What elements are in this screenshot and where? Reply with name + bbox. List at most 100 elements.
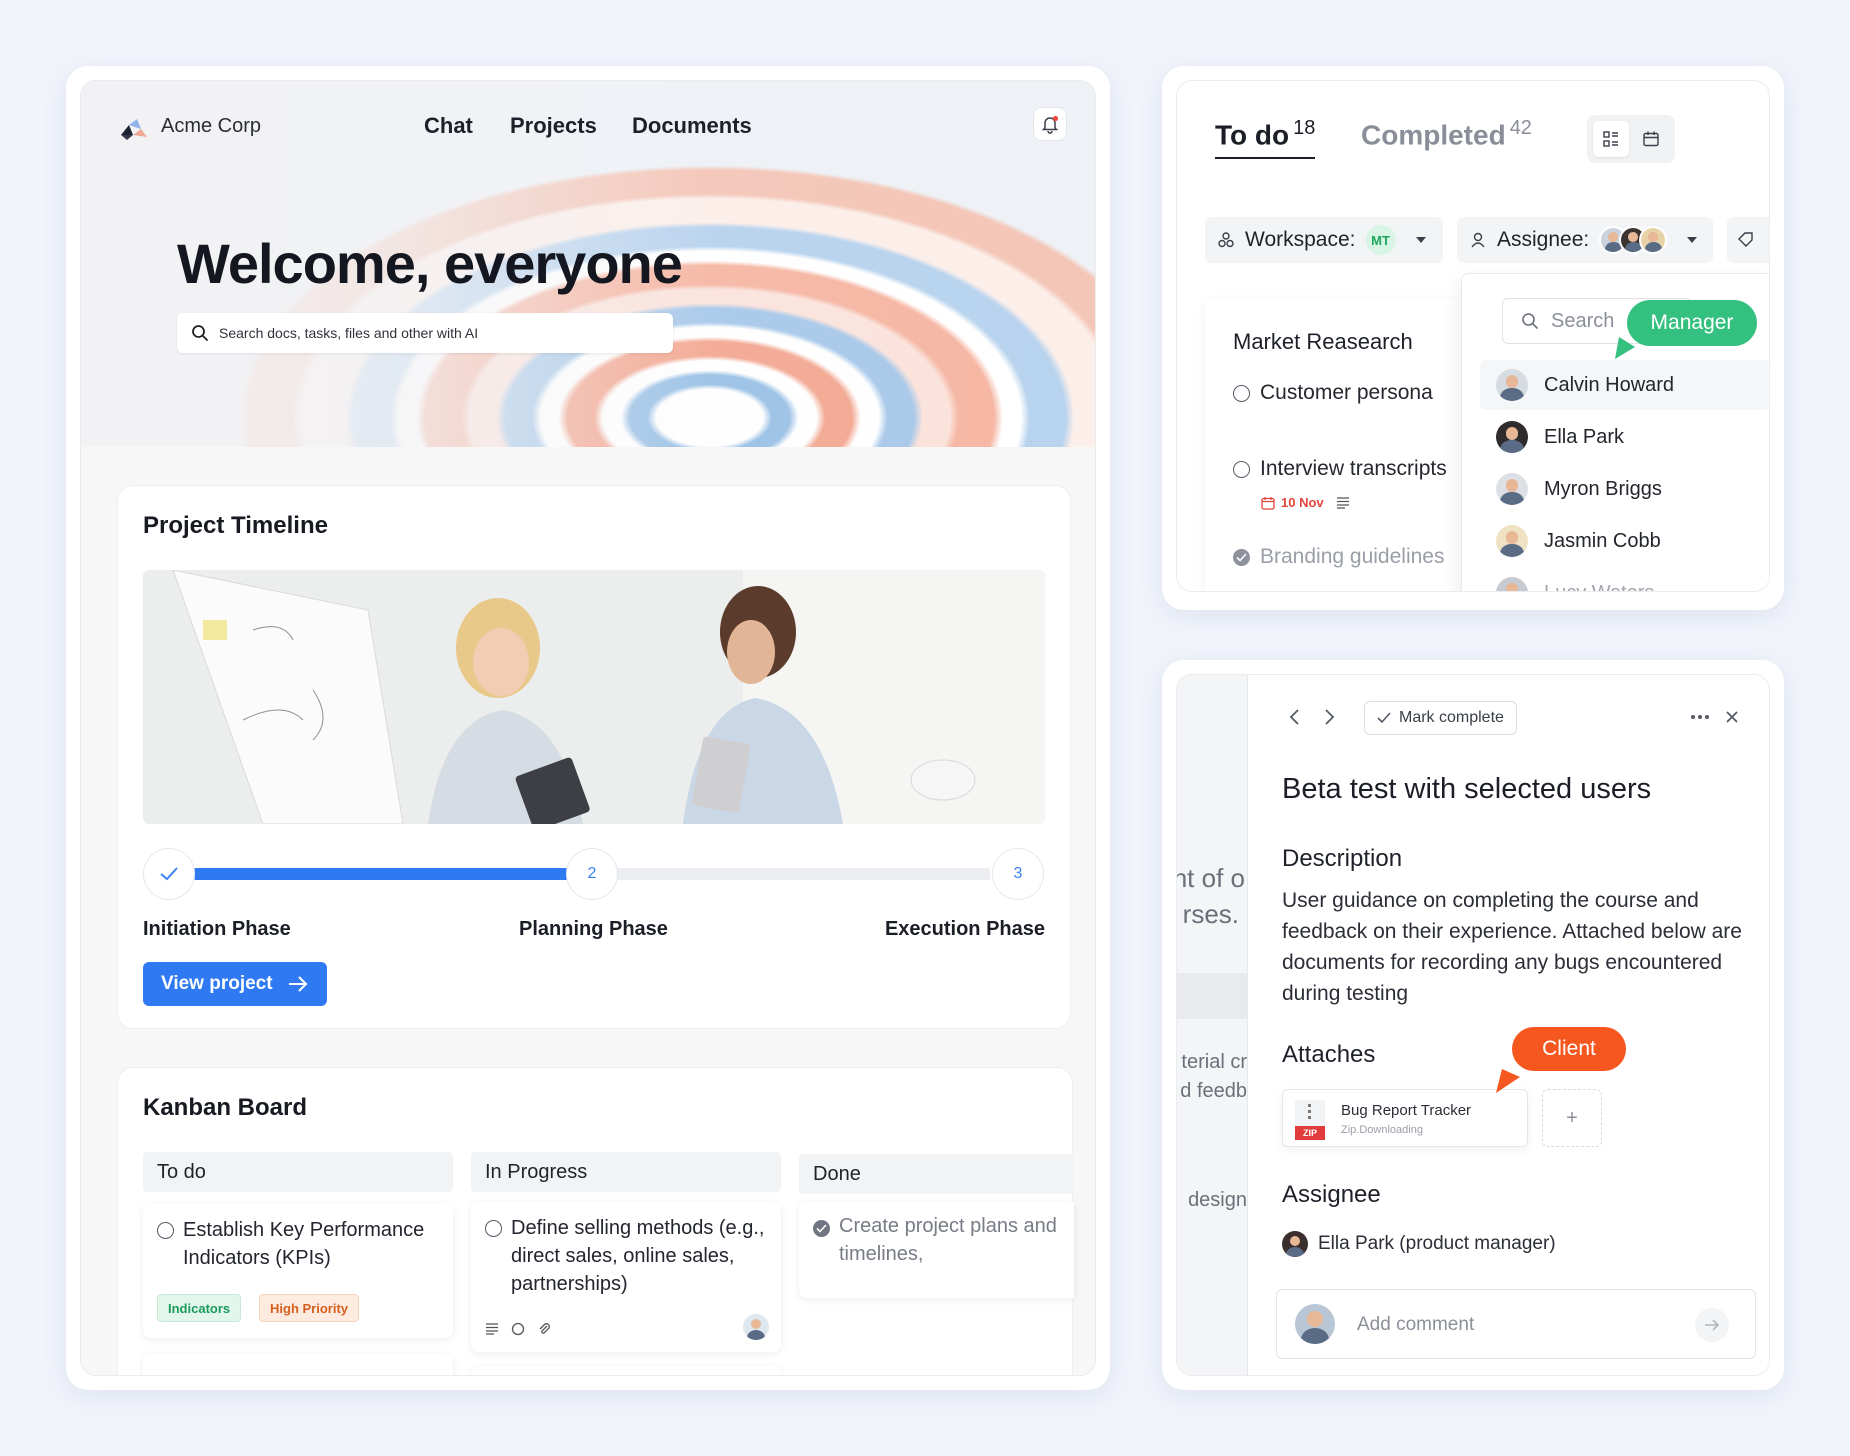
comment-input[interactable]: Add comment <box>1357 1314 1474 1336</box>
calendar-view-button[interactable] <box>1633 121 1669 157</box>
search-icon <box>1522 313 1538 329</box>
kanban-title: Kanban Board <box>143 1094 308 1121</box>
task-item[interactable]: Interview transcripts <box>1233 457 1447 481</box>
brand-name: Acme Corp <box>161 115 262 137</box>
assignee-filter-label: Assignee: <box>1497 228 1590 251</box>
dropdown-option[interactable]: Lucy Waters <box>1480 568 1769 591</box>
workspace-badge: MT <box>1365 225 1396 255</box>
step-execution-label: Execution Phase <box>884 918 1045 940</box>
task-detail-frame: nt of o rses. terial cr d feedb design M… <box>1176 674 1770 1376</box>
tag-high-priority: High Priority <box>259 1294 360 1322</box>
step-initiation-marker <box>143 848 195 900</box>
acme-logo-icon <box>121 119 147 140</box>
notifications-button[interactable] <box>1033 107 1067 141</box>
list-view-button[interactable] <box>1593 121 1629 157</box>
kanban-col-inprogress: In Progress <box>471 1152 781 1192</box>
view-project-button[interactable]: View project <box>143 962 327 1006</box>
nav-documents[interactable]: Documents <box>632 113 752 139</box>
tab-completed[interactable]: Completed 42 <box>1361 117 1532 151</box>
person-name: Ella Park <box>1544 425 1625 448</box>
dropdown-option[interactable]: Calvin Howard <box>1480 360 1769 410</box>
task-checkbox[interactable] <box>1233 460 1250 478</box>
send-comment-button[interactable] <box>1695 1308 1729 1342</box>
assignee-name: Ella Park (product manager) <box>1318 1233 1556 1254</box>
done-check-icon <box>1233 548 1250 566</box>
previous-button[interactable] <box>1282 705 1306 729</box>
task-detail-card: nt of o rses. terial cr d feedb design M… <box>1162 660 1784 1390</box>
assignee-avatars <box>1599 226 1668 254</box>
mark-complete-button[interactable]: Mark complete <box>1364 701 1517 735</box>
tag-indicators: Indicators <box>157 1294 242 1322</box>
kanban-card-text: Create project plans and timelines, <box>839 1215 1057 1265</box>
arrow-right-icon <box>288 976 308 992</box>
tab-todo-count: 18 <box>1293 117 1316 139</box>
view-project-label: View project <box>161 973 273 994</box>
person-name: Jasmin Cobb <box>1544 529 1661 552</box>
tag-filter[interactable] <box>1727 217 1769 263</box>
client-cursor-label: Client <box>1512 1027 1626 1071</box>
more-horizontal-icon <box>1691 715 1709 719</box>
avatar <box>1496 525 1528 557</box>
attaches-heading: Attaches <box>1282 1041 1376 1068</box>
task-item[interactable]: Customer persona <box>1233 381 1433 405</box>
bg-divider <box>1177 973 1247 1019</box>
avatar <box>1496 473 1528 505</box>
hero-banner: Acme Corp Chat Projects Documents Welcom… <box>81 81 1095 447</box>
mark-complete-label: Mark complete <box>1399 709 1504 726</box>
kanban-card[interactable]: Define selling methods (e.g., direct sal… <box>471 1202 781 1352</box>
task-checkbox[interactable] <box>485 1220 502 1237</box>
task-checkbox[interactable] <box>157 1222 174 1239</box>
kanban-card[interactable]: Create project plans and timelines, <box>799 1202 1074 1298</box>
next-button[interactable] <box>1318 705 1342 729</box>
comment-box: Add comment <box>1276 1289 1756 1359</box>
tasks-frame: To do 18 Completed 42 Workspace: MT Assign… <box>1176 80 1770 592</box>
user-icon <box>1471 232 1485 248</box>
workspace-filter-label: Workspace: <box>1245 228 1356 251</box>
task-item[interactable]: Branding guidelines <box>1233 545 1444 569</box>
dropdown-option[interactable]: Jasmin Cobb <box>1480 516 1769 566</box>
bell-icon <box>1041 115 1059 134</box>
nav-projects[interactable]: Projects <box>510 113 597 139</box>
arrow-right-icon <box>1705 1319 1720 1331</box>
kanban-col-todo: To do <box>143 1152 453 1192</box>
check-icon <box>160 867 178 881</box>
assignee-filter[interactable]: Assignee: <box>1457 217 1713 263</box>
dropdown-option[interactable]: Myron Briggs <box>1480 464 1769 514</box>
task-title: Beta test with selected users <box>1282 773 1652 805</box>
step-initiation-label: Initiation Phase <box>143 918 291 940</box>
dashboard-card: Acme Corp Chat Projects Documents Welcom… <box>66 66 1110 1390</box>
search-icon <box>192 325 208 341</box>
assignee-row: Ella Park (product manager) <box>1282 1231 1556 1257</box>
timeline-title: Project Timeline <box>143 512 328 539</box>
close-button[interactable] <box>1720 705 1744 729</box>
attachment-card[interactable]: ZIP Bug Report Tracker Zip.Downloading <box>1282 1089 1528 1147</box>
zip-file-icon: ZIP <box>1295 1100 1325 1140</box>
kanban-panel: Kanban Board To do In Progress Done Esta… <box>117 1067 1074 1375</box>
task-detail-panel: Mark complete Beta test with selected us… <box>1247 675 1769 1375</box>
description-text: User guidance on completing the course a… <box>1282 889 1742 1005</box>
dropdown-option[interactable]: Ella Park <box>1480 412 1769 462</box>
avatar <box>1295 1304 1335 1344</box>
card-meta-icons <box>485 1322 551 1336</box>
page-title: Welcome, everyone <box>177 232 683 295</box>
add-attachment-button[interactable]: + <box>1542 1089 1602 1147</box>
kanban-card[interactable] <box>471 1366 781 1375</box>
tab-todo[interactable]: To do 18 <box>1215 117 1316 160</box>
team-photo <box>143 570 1045 824</box>
ai-search-input[interactable]: Search docs, tasks, files and other with… <box>177 313 673 353</box>
task-item-label: Customer persona <box>1260 381 1433 404</box>
chevron-down-icon <box>1415 237 1426 243</box>
nav-chat[interactable]: Chat <box>424 113 473 139</box>
kanban-card[interactable]: Establish Key Performance Indicators (KP… <box>143 1204 453 1338</box>
task-item-label: Interview transcripts <box>1260 457 1447 480</box>
tab-completed-count: 42 <box>1509 117 1532 139</box>
avatar <box>1496 577 1528 591</box>
kanban-card-text: Establish Key Performance Indicators (KP… <box>183 1219 425 1269</box>
background-page: nt of o rses. terial cr d feedb design <box>1177 675 1247 1375</box>
more-options-button[interactable] <box>1688 705 1712 729</box>
calendar-icon <box>1261 496 1275 510</box>
check-icon <box>1377 712 1391 724</box>
workspace-filter[interactable]: Workspace: MT <box>1205 217 1443 263</box>
task-checkbox[interactable] <box>1233 384 1250 402</box>
kanban-card[interactable] <box>143 1354 453 1375</box>
